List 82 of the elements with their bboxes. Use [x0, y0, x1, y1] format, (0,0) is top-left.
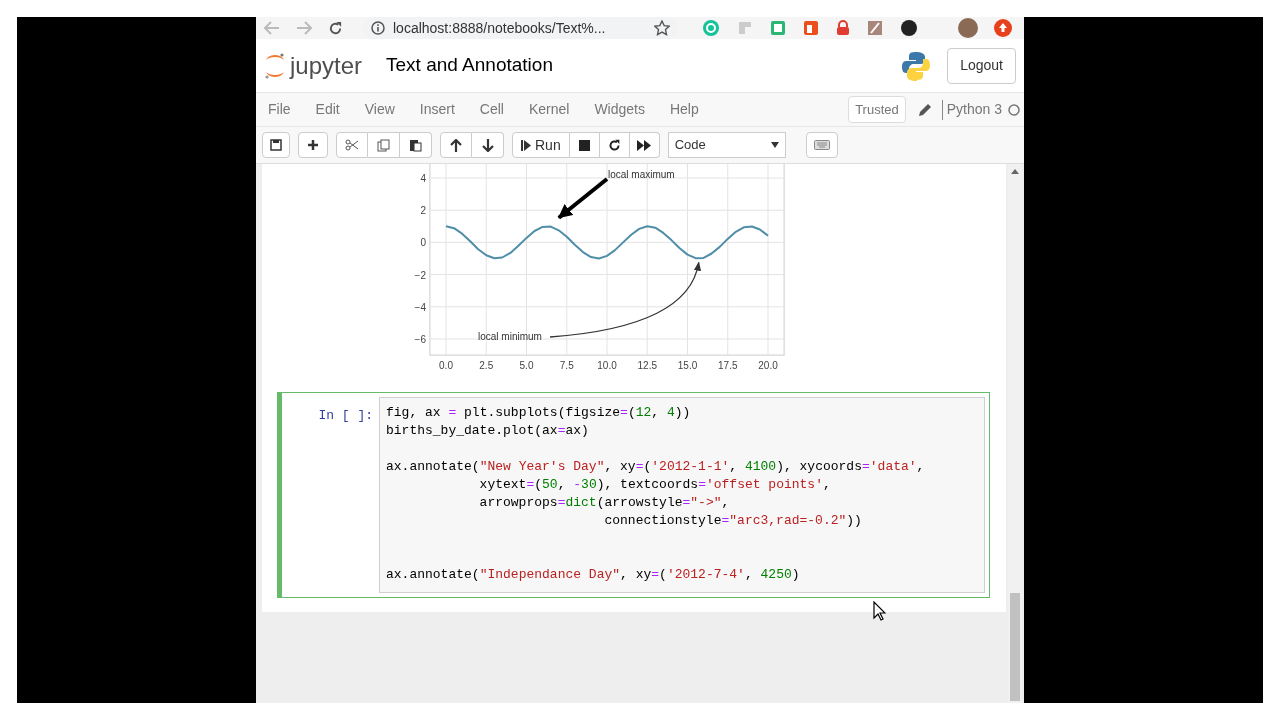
info-icon	[371, 21, 385, 35]
copy-icon	[377, 138, 390, 152]
logo-text: jupyter	[290, 53, 363, 78]
arrow-up-icon	[450, 138, 462, 152]
input-prompt: In [ ]:	[317, 407, 374, 425]
kernel-idle-icon	[1008, 103, 1020, 116]
menu-item[interactable]: Edit	[315, 99, 340, 120]
code-cell[interactable]	[277, 392, 990, 598]
paste-icon	[409, 138, 422, 152]
stop-icon	[578, 139, 590, 151]
y-tick-label: 0	[420, 237, 426, 249]
jupyter-logo-icon	[264, 51, 286, 80]
move-down-button[interactable]	[472, 132, 504, 158]
x-tick-label: 17.5	[718, 360, 738, 371]
scrollbar-thumb[interactable]	[1010, 593, 1020, 701]
move-up-button[interactable]	[440, 132, 472, 158]
update-icon[interactable]	[994, 19, 1012, 37]
reload-icon[interactable]	[328, 20, 343, 36]
menu-item[interactable]: Cell	[479, 99, 504, 120]
stop-button[interactable]	[569, 132, 600, 158]
x-tick-label: 12.5	[637, 360, 657, 371]
code-line: fig, ax = plt.subplots(figsize=(12, 4))	[386, 404, 692, 422]
menu-item[interactable]: File	[268, 99, 291, 120]
scissors-icon	[345, 139, 359, 151]
menu-item[interactable]: Help	[669, 99, 699, 120]
avatar-icon[interactable]	[958, 18, 978, 38]
paste-button[interactable]	[400, 132, 432, 158]
pdf-icon[interactable]	[867, 20, 883, 36]
notebook-title[interactable]: Text and Annotation	[386, 51, 553, 80]
x-tick-label: 2.5	[479, 360, 494, 371]
command-palette-button[interactable]	[805, 132, 838, 158]
x-tick-label: 20.0	[758, 360, 778, 371]
x-tick-label: 7.5	[559, 360, 574, 371]
code-line: connectionstyle="arc3,rad=-0.2"))	[603, 512, 863, 530]
menu-item[interactable]: Widgets	[594, 99, 645, 120]
arrow-down-icon	[481, 138, 494, 152]
code-line: ax.annotate("Independance Day", xy=('2012-7-4', 4250)	[386, 566, 801, 584]
extension-icon[interactable]	[900, 19, 918, 37]
cut-button[interactable]	[336, 132, 368, 158]
fast-forward-icon	[637, 139, 652, 151]
kernel-name: Python 3	[946, 100, 1002, 119]
plus-icon	[307, 139, 319, 151]
star-icon[interactable]	[654, 20, 670, 36]
trusted-indicator[interactable]: Trusted	[848, 95, 906, 124]
url-text: localhost:8888/notebooks/Text%...	[393, 18, 607, 38]
code-line: arrowprops=dict(arrowstyle="->",	[478, 494, 731, 512]
code-line: xytext=(50, -30), textcoords='offset points',	[478, 476, 832, 494]
annotation-arrow	[557, 177, 609, 220]
python-logo-icon	[901, 50, 932, 81]
logout-button[interactable]: Logout	[947, 47, 1016, 84]
code-line: births_by_date.plot(ax=ax)	[386, 422, 590, 440]
x-tick-label: 0.0	[439, 360, 453, 371]
code-editor[interactable]	[379, 397, 985, 593]
run-all-button[interactable]	[629, 132, 660, 158]
keyboard-icon	[813, 140, 830, 150]
step-icon	[521, 139, 531, 151]
annotation-label: local maximum	[608, 169, 675, 180]
y-tick-label: −2	[414, 269, 426, 281]
y-tick-label: −6	[414, 334, 426, 345]
menu-item[interactable]: View	[364, 99, 395, 120]
scroll-up-icon[interactable]	[1011, 169, 1019, 174]
menu-item[interactable]: Insert	[419, 99, 455, 120]
restart-button[interactable]	[599, 132, 630, 158]
x-tick-label: 10.0	[597, 360, 617, 371]
x-tick-label: 15.0	[677, 360, 698, 371]
reload-icon	[607, 138, 621, 152]
dropdown-caret-icon	[770, 142, 779, 148]
code-line: ax.annotate("New Year's Day", xy=('2012-1-1', 4100), xycoords='data',	[386, 458, 926, 476]
x-tick-label: 5.0	[519, 360, 534, 371]
address-bar[interactable]: localhost:8888/notebooks/Text%...	[363, 17, 678, 39]
y-tick-label: −4	[414, 301, 426, 313]
lock-icon[interactable]	[836, 20, 850, 36]
y-tick-label: 2	[420, 205, 426, 217]
cell-type-dropdown[interactable]: Code	[667, 132, 786, 158]
save-icon	[270, 139, 282, 151]
run-button[interactable]: Run	[512, 132, 570, 158]
pencil-icon[interactable]	[917, 102, 932, 117]
menu-item[interactable]: Kernel	[528, 99, 570, 120]
annotation-label: local minimum	[478, 331, 542, 342]
save-button[interactable]	[262, 132, 290, 158]
insert-cell-button[interactable]	[298, 132, 328, 158]
y-tick-label: 4	[420, 173, 426, 184]
